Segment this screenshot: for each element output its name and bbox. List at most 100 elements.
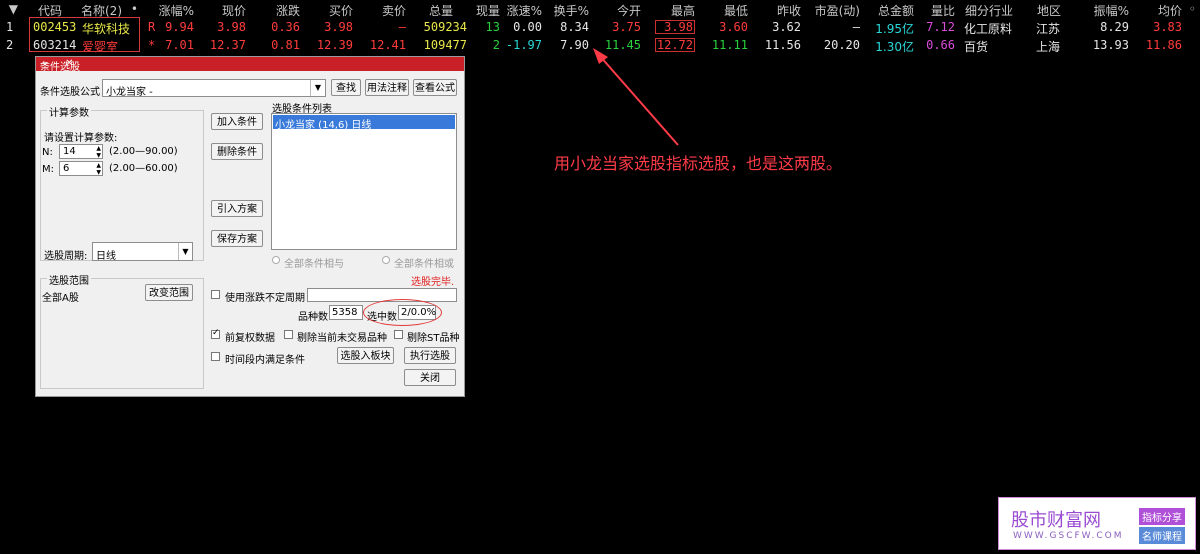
delete-condition-button[interactable]: 删除条件 xyxy=(211,143,263,160)
column-header-change[interactable]: 涨幅% xyxy=(159,2,194,19)
dialog-title-bar[interactable]: 条件选股 — ✕ xyxy=(36,57,464,73)
selection-highlight-box xyxy=(29,17,140,52)
column-header-buy[interactable]: 买价 xyxy=(329,2,353,19)
column-header-high[interactable]: 最高 xyxy=(671,2,695,19)
annotation-text: 用小龙当家选股指标选股，也是这两股。 xyxy=(554,154,843,173)
count-value: 5358 xyxy=(332,307,358,318)
column-header-volume[interactable]: 总量 xyxy=(429,2,453,19)
count-label: 品种数 xyxy=(298,312,328,323)
logo-brand: 股市财富网 xyxy=(1011,510,1101,531)
chevron-down-icon[interactable]: ▼ xyxy=(178,243,192,260)
column-header-amount[interactable]: 总金额 xyxy=(878,2,914,19)
column-header-amp[interactable]: 振幅% xyxy=(1094,2,1129,19)
cell-price: 3.98 xyxy=(217,20,246,34)
use-period-checkbox[interactable] xyxy=(211,290,220,299)
timespan-checkbox[interactable] xyxy=(211,352,220,361)
use-period-label: 使用涨跌不定周期 xyxy=(225,293,305,304)
column-header-industry[interactable]: 细分行业 xyxy=(965,2,1013,19)
param-m-input[interactable]: 6 ▲ ▼ xyxy=(59,161,103,176)
column-header-arrow[interactable]: ▼ xyxy=(9,2,18,16)
cell-vr: 7.12 xyxy=(926,20,955,34)
change-range-button[interactable]: 改变范围 xyxy=(145,284,193,301)
cell-volume: 109477 xyxy=(423,38,467,52)
condition-select-dialog: 条件选股 — ✕ 条件选股公式 小龙当家 - ▼ 查找 用法注释 查看公式 计算… xyxy=(35,56,465,397)
range-value: 全部A股 xyxy=(42,293,79,304)
cell-avg: 11.86 xyxy=(1145,38,1182,52)
cell-buy: 12.39 xyxy=(316,38,353,52)
save-scheme-button[interactable]: 保存方案 xyxy=(211,230,263,247)
run-selection-button[interactable]: 执行选股 xyxy=(404,347,456,364)
radio-or-label: 全部条件相或 xyxy=(394,259,454,270)
cell-turnover: 8.34 xyxy=(560,20,589,34)
exclude-st-checkbox[interactable] xyxy=(394,330,403,339)
cell-change: 9.94 xyxy=(165,20,194,34)
params-group-title: 计算参数 xyxy=(47,104,91,119)
column-header-vr[interactable]: 量比 xyxy=(931,2,955,19)
find-button[interactable]: 查找 xyxy=(331,79,361,96)
column-header-price[interactable]: 现价 xyxy=(222,2,246,19)
quote-table-header: ▼ 代码 名称(2) • 涨幅% 现价 涨跌 买价 卖价 总量 现量 涨速% 换手% 今开 最高 最低 昨收 市盈… xyxy=(0,0,1200,18)
column-header-prev[interactable]: 昨收 xyxy=(777,2,801,19)
checkmark-icon: ✓ xyxy=(212,328,220,338)
cell-low: 11.11 xyxy=(711,38,748,52)
logo-tag1: 指标分享 xyxy=(1139,508,1185,525)
column-header-turnover[interactable]: 换手% xyxy=(554,2,589,19)
cell-prev: 3.62 xyxy=(772,20,801,34)
condition-list[interactable]: 小龙当家 (14,6) 日线 xyxy=(271,113,457,250)
column-header-speed[interactable]: 涨速% xyxy=(507,2,542,19)
list-item[interactable]: 小龙当家 (14,6) 日线 xyxy=(273,115,455,131)
formula-label: 条件选股公式 xyxy=(40,87,100,98)
logo-tag2: 名师课程 xyxy=(1139,527,1185,544)
column-header-avg[interactable]: 均价 xyxy=(1158,2,1182,19)
cell-amount: 1.95亿 xyxy=(875,22,914,36)
cell-diff: 0.81 xyxy=(271,38,300,52)
column-header-diff[interactable]: 涨跌 xyxy=(276,2,300,19)
exclude-untraded-label: 剔除当前未交易品种 xyxy=(297,333,387,344)
cell-low: 3.60 xyxy=(719,20,748,34)
cell-flag: R xyxy=(148,20,156,34)
exclude-untraded-checkbox[interactable] xyxy=(284,330,293,339)
to-block-button[interactable]: 选股入板块 xyxy=(337,347,394,364)
param-n-range: (2.00—90.00) xyxy=(109,146,178,157)
param-n-input[interactable]: 14 ▲ ▼ xyxy=(59,144,103,159)
cell-region: 江苏 xyxy=(1036,22,1061,36)
close-button[interactable]: 关闭 xyxy=(404,369,456,386)
cell-flag: * xyxy=(148,38,156,52)
param-m-label: M: xyxy=(42,164,54,175)
restore-checkbox[interactable]: ✓ xyxy=(211,328,220,339)
column-header-open[interactable]: 今开 xyxy=(617,2,641,19)
view-formula-button[interactable]: 查看公式 xyxy=(413,79,457,96)
cell-cur_vol: 13 xyxy=(485,20,500,34)
radio-or[interactable] xyxy=(382,256,390,264)
formula-select[interactable]: 小龙当家 - ▼ xyxy=(102,79,326,98)
highlight-ellipse xyxy=(363,299,442,326)
param-n-value: 14 xyxy=(63,146,76,157)
column-header-more[interactable]: ◦ xyxy=(1189,2,1196,16)
import-scheme-button[interactable]: 引入方案 xyxy=(211,200,263,217)
table-row[interactable]: 1 002453 华软科技 R 9.94 3.98 0.36 3.98—509234 13 0.0… xyxy=(0,19,1200,36)
cell-volume: 509234 xyxy=(423,20,467,34)
column-header-pe[interactable]: 市盈(动) xyxy=(815,2,860,19)
cell-price: 12.37 xyxy=(209,38,246,52)
period-select[interactable]: 日线 ▼ xyxy=(92,242,193,262)
chevron-down-icon[interactable]: ▼ xyxy=(310,80,325,96)
window-controls-icon[interactable]: — ✕ xyxy=(40,58,460,69)
cell-sell: — xyxy=(398,20,406,34)
list-item-label: 小龙当家 (14,6) 日线 xyxy=(275,120,372,131)
column-header-low[interactable]: 最低 xyxy=(724,2,748,19)
period-label: 选股周期: xyxy=(44,251,88,262)
column-header-cur_vol[interactable]: 现量 xyxy=(476,2,500,19)
column-header-dot[interactable]: • xyxy=(131,2,138,16)
column-header-region[interactable]: 地区 xyxy=(1037,2,1061,19)
spinner-icon[interactable]: ▲ ▼ xyxy=(96,162,101,176)
cell-speed: -1.97 xyxy=(505,38,542,52)
usage-notes-button[interactable]: 用法注释 xyxy=(365,79,409,96)
column-header-sell[interactable]: 卖价 xyxy=(382,2,406,19)
add-condition-button[interactable]: 加入条件 xyxy=(211,113,263,130)
range-group-title: 选股范围 xyxy=(47,272,91,287)
spinner-icon[interactable]: ▲ ▼ xyxy=(96,145,101,159)
formula-value: 小龙当家 - xyxy=(106,87,153,98)
cell-idx: 1 xyxy=(6,20,14,34)
radio-and[interactable] xyxy=(272,256,280,264)
timespan-label: 时间段内满足条件 xyxy=(225,355,305,366)
